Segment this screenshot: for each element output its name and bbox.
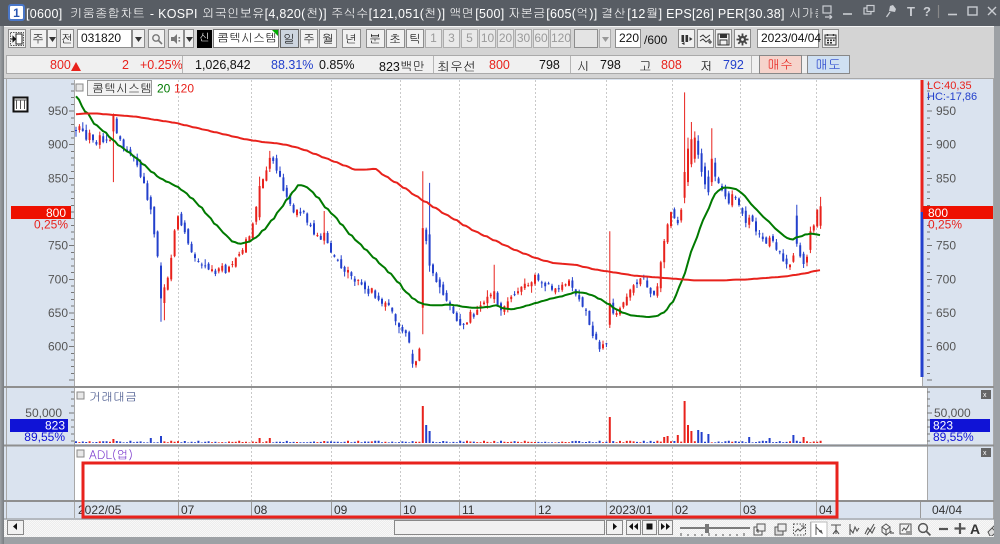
svg-text:700: 700 <box>48 272 68 286</box>
svg-text:89,55%: 89,55% <box>24 430 65 444</box>
svg-text:?: ? <box>923 4 931 19</box>
svg-text:2023/01: 2023/01 <box>609 503 653 517</box>
svg-text:600: 600 <box>936 340 956 354</box>
svg-text:650: 650 <box>936 306 956 320</box>
svg-text:T: T <box>907 4 915 19</box>
svg-text:600: 600 <box>48 340 68 354</box>
svg-text:650: 650 <box>48 306 68 320</box>
svg-text:08: 08 <box>254 503 268 517</box>
svg-text:x: x <box>983 392 987 399</box>
svg-text:900: 900 <box>936 138 956 152</box>
svg-text:750: 750 <box>48 239 68 253</box>
svg-text:120: 120 <box>174 82 194 96</box>
svg-text:950: 950 <box>936 104 956 118</box>
svg-text:07: 07 <box>181 503 195 517</box>
svg-text:11: 11 <box>462 503 475 517</box>
svg-text:HC:-17,86: HC:-17,86 <box>927 91 977 103</box>
svg-text:850: 850 <box>48 171 68 185</box>
svg-text:900: 900 <box>48 138 68 152</box>
svg-text:02: 02 <box>675 503 689 517</box>
svg-text:0,25%: 0,25% <box>34 218 68 232</box>
svg-text:750: 750 <box>936 239 956 253</box>
svg-text:850: 850 <box>936 171 956 185</box>
svg-text:0,25%: 0,25% <box>928 218 962 232</box>
svg-text:04: 04 <box>819 503 833 517</box>
svg-text:09: 09 <box>334 503 348 517</box>
svg-text:20: 20 <box>157 82 171 96</box>
svg-text:89,55%: 89,55% <box>933 430 974 444</box>
svg-text:950: 950 <box>48 104 68 118</box>
svg-text:04/04: 04/04 <box>932 503 962 517</box>
svg-text:700: 700 <box>936 272 956 286</box>
svg-text:x: x <box>983 450 987 457</box>
svg-text:03: 03 <box>743 503 757 517</box>
svg-text:10: 10 <box>403 503 417 517</box>
svg-text:12: 12 <box>538 503 552 517</box>
svg-text:2022/05: 2022/05 <box>78 503 122 517</box>
